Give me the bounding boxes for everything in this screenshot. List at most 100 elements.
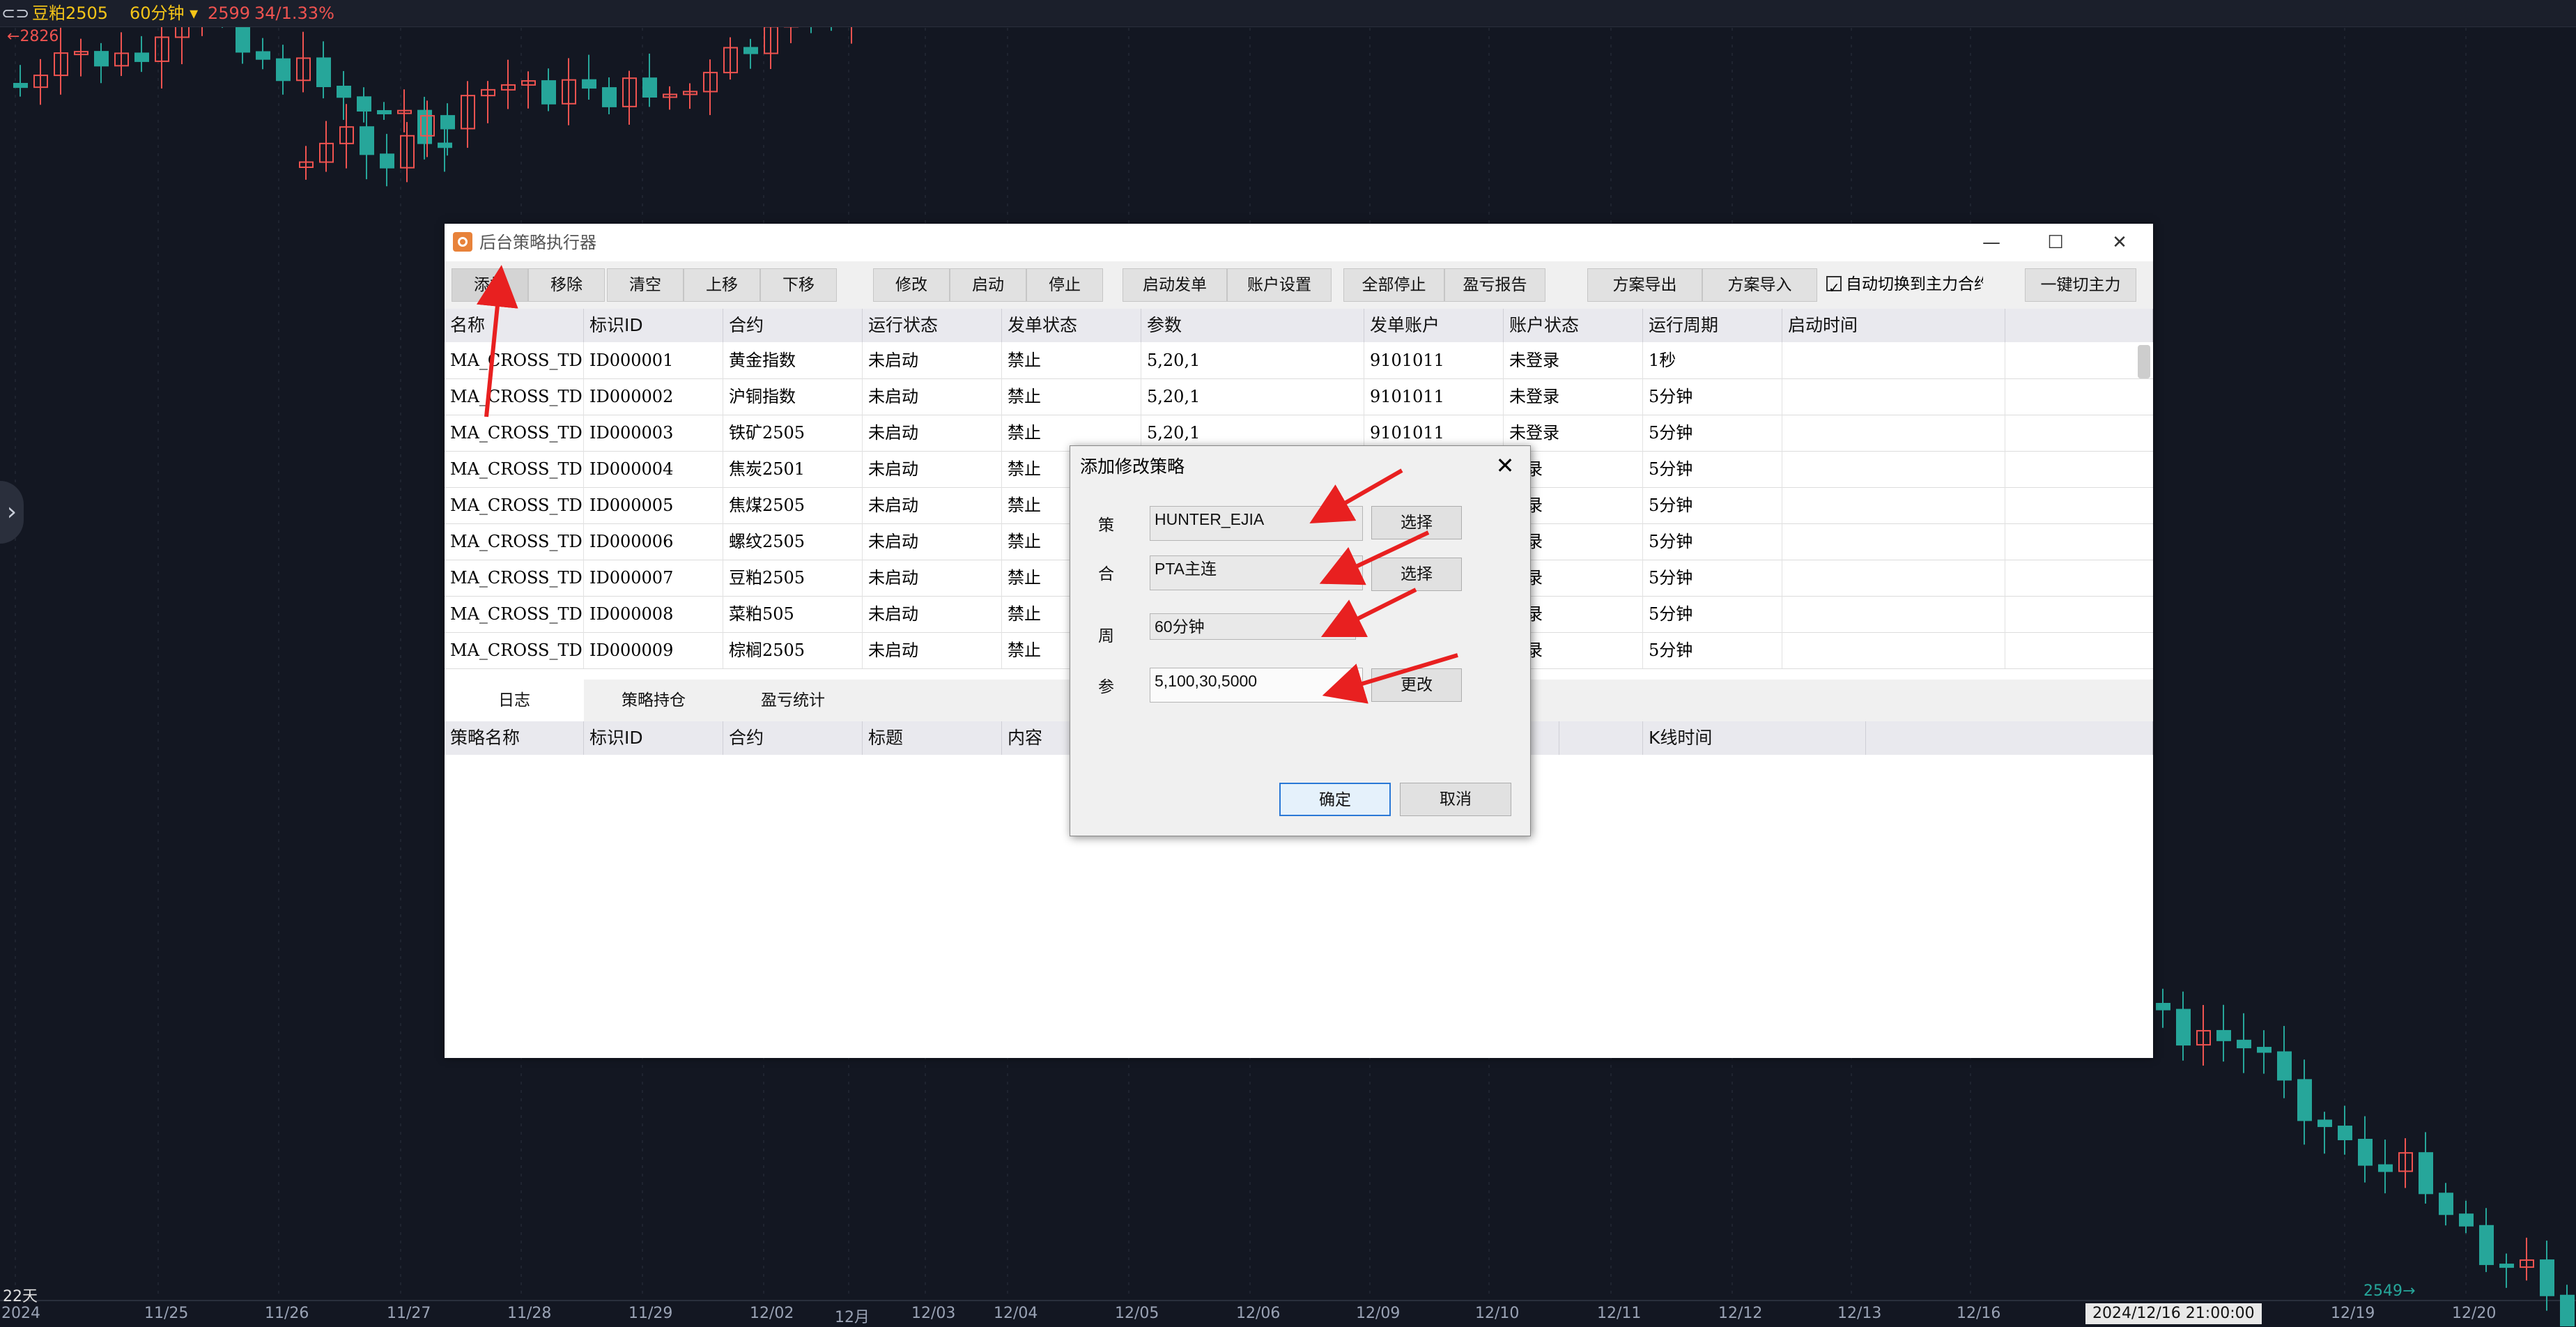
- modify-button[interactable]: 修改: [873, 268, 950, 302]
- table-row[interactable]: MA_CROSS_TD ID000002 沪铜指数 未启动 禁止 5,20,1 910101…: [445, 378, 2153, 415]
- change-param-button[interactable]: 更改: [1371, 668, 1462, 702]
- table-cell: MA_CROSS_TD: [445, 415, 584, 451]
- ok-button[interactable]: 确定: [1279, 783, 1391, 816]
- table-cell: MA_CROSS_TD: [445, 451, 584, 487]
- table-cell: 5分钟: [1643, 378, 1782, 415]
- stop-button[interactable]: 停止: [1026, 268, 1103, 302]
- column-header[interactable]: 标识ID: [584, 721, 723, 755]
- x-axis-tick-label: 12/04: [994, 1305, 1038, 1322]
- x-axis-tick-label: 12/06: [1236, 1305, 1281, 1322]
- import-plan-button[interactable]: 方案导入: [1702, 268, 1817, 302]
- column-header[interactable]: [1866, 721, 2153, 755]
- strategy-field[interactable]: HUNTER_EJIA: [1150, 506, 1363, 541]
- symbol-label[interactable]: 豆粕2505: [32, 3, 108, 24]
- table-cell: 禁止: [1002, 378, 1141, 415]
- table-cell: 菜粕505: [723, 596, 863, 632]
- x-axis-tick-label: 12月: [835, 1309, 870, 1326]
- cancel-button[interactable]: 取消: [1400, 783, 1511, 816]
- close-icon[interactable]: ✕: [1490, 450, 1520, 481]
- tab-positions[interactable]: 策略持仓: [584, 680, 723, 721]
- column-header[interactable]: 账户状态: [1504, 309, 1643, 342]
- param-field[interactable]: 5,100,30,5000: [1150, 668, 1363, 703]
- column-header[interactable]: [2005, 309, 2153, 342]
- tab-log[interactable]: 日志: [445, 680, 584, 721]
- x-axis-tick-label: 11/25: [144, 1305, 189, 1322]
- link-icon[interactable]: ⊂⊃: [1, 3, 29, 24]
- column-header[interactable]: [1559, 721, 1643, 755]
- app-icon: [453, 232, 472, 252]
- start-order-button[interactable]: 启动发单: [1123, 268, 1227, 302]
- table-cell: 未启动: [863, 415, 1002, 451]
- add-button[interactable]: 添加: [452, 268, 528, 302]
- table-cell: 5分钟: [1643, 451, 1782, 487]
- column-header[interactable]: 策略名称: [445, 721, 584, 755]
- table-row[interactable]: MA_CROSS_TD ID000001 黄金指数 未启动 禁止 5,20,1 910101…: [445, 342, 2153, 379]
- column-header[interactable]: 发单状态: [1002, 309, 1141, 342]
- table-cell: 棕榈2505: [723, 632, 863, 668]
- period-field[interactable]: 60分钟: [1150, 613, 1356, 640]
- tab-pnl-stats[interactable]: 盈亏统计: [723, 680, 863, 721]
- x-axis-tick-label: 12/03: [911, 1305, 956, 1322]
- table-cell: 未启动: [863, 632, 1002, 668]
- x-axis-tick-label: 2024: [1, 1305, 40, 1322]
- table-cell: 未启动: [863, 487, 1002, 523]
- table-cell: [1782, 378, 2005, 415]
- table-cell: 5分钟: [1643, 596, 1782, 632]
- contract-field[interactable]: PTA主连: [1150, 555, 1363, 590]
- window-titlebar[interactable]: 后台策略执行器 — ☐ ✕: [445, 224, 2153, 261]
- table-cell: 未启动: [863, 451, 1002, 487]
- chevron-right-icon: ›: [6, 498, 17, 526]
- table-cell: 未登录: [1504, 378, 1643, 415]
- x-axis-tick-label: 12/16: [1957, 1305, 2001, 1322]
- close-window-button[interactable]: ✕: [2092, 228, 2147, 257]
- table-cell: 豆粕2505: [723, 560, 863, 596]
- column-header[interactable]: 发单账户: [1364, 309, 1504, 342]
- table-cell: 焦炭2501: [723, 451, 863, 487]
- move-down-button[interactable]: 下移: [760, 268, 837, 302]
- account-settings-button[interactable]: 账户设置: [1227, 268, 1332, 302]
- remove-button[interactable]: 移除: [528, 268, 605, 302]
- column-header[interactable]: 参数: [1141, 309, 1364, 342]
- table-cell: MA_CROSS_TD: [445, 378, 584, 415]
- column-header[interactable]: 运行周期: [1643, 309, 1782, 342]
- period-dropdown[interactable]: 60分钟 ▾: [130, 3, 198, 24]
- table-cell: [1782, 487, 2005, 523]
- last-price: 2599: [208, 3, 251, 23]
- column-header[interactable]: 标识ID: [584, 309, 723, 342]
- minimize-button[interactable]: —: [1964, 228, 2019, 257]
- switch-main-button[interactable]: 一键切主力: [2025, 268, 2136, 302]
- column-header[interactable]: 运行状态: [863, 309, 1002, 342]
- period-field-label: 周: [1098, 627, 1114, 645]
- table-cell: 未启动: [863, 596, 1002, 632]
- dialog-title: 添加修改策略: [1080, 457, 1185, 477]
- auto-switch-checkbox[interactable]: 自动切换到主力合约: [1826, 268, 1983, 302]
- x-axis-tick-label: 12/12: [1718, 1305, 1763, 1322]
- column-header[interactable]: K线时间: [1643, 721, 1866, 755]
- table-cell: 未启动: [863, 342, 1002, 378]
- select-contract-button[interactable]: 选择: [1371, 558, 1462, 591]
- column-header[interactable]: 合约: [723, 721, 863, 755]
- table-cell: 5,20,1: [1141, 342, 1364, 378]
- table-cell: ID000008: [584, 596, 723, 632]
- table-cell: ID000005: [584, 487, 723, 523]
- column-header[interactable]: 标题: [863, 721, 1002, 755]
- strategy-label: 策: [1098, 516, 1114, 535]
- table-cell: 禁止: [1002, 342, 1141, 378]
- move-up-button[interactable]: 上移: [684, 268, 760, 302]
- table-cell: 9101011: [1364, 342, 1504, 378]
- column-header[interactable]: 启动时间: [1782, 309, 2005, 342]
- crosshair-time-label: 2024/12/16 21:00:00: [2085, 1303, 2262, 1324]
- x-axis-tick-label: 12/02: [750, 1305, 794, 1322]
- table-scrollbar[interactable]: [2138, 345, 2150, 378]
- table-cell: [1782, 415, 2005, 451]
- stop-all-button[interactable]: 全部停止: [1343, 268, 1444, 302]
- export-plan-button[interactable]: 方案导出: [1587, 268, 1702, 302]
- column-header[interactable]: 合约: [723, 309, 863, 342]
- pnl-report-button[interactable]: 盈亏报告: [1444, 268, 1545, 302]
- start-button[interactable]: 启动: [950, 268, 1026, 302]
- maximize-button[interactable]: ☐: [2028, 228, 2083, 257]
- clear-button[interactable]: 清空: [607, 268, 684, 302]
- table-cell: 螺纹2505: [723, 523, 863, 560]
- select-strategy-button[interactable]: 选择: [1371, 506, 1462, 539]
- column-header[interactable]: 名称: [445, 309, 584, 342]
